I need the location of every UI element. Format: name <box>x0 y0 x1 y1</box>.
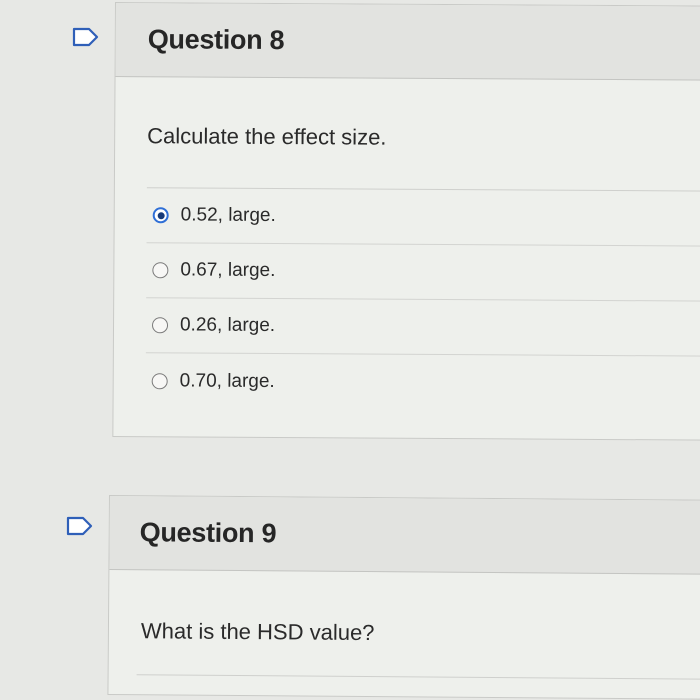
question-9-prompt: What is the HSD value? <box>140 618 375 646</box>
question-9-card: Question 9 What is the HSD value? <box>107 495 700 700</box>
radio-button-selected[interactable] <box>152 207 169 224</box>
question-8-title: Question 8 <box>147 24 285 56</box>
question-8-header: Question 8 <box>115 3 700 81</box>
answer-label[interactable]: 0.70, large. <box>180 370 275 393</box>
answer-label[interactable]: 0.67, large. <box>180 259 275 282</box>
question-9-body: What is the HSD value? <box>109 618 700 649</box>
radio-button[interactable] <box>151 317 169 334</box>
question-9-title: Question 9 <box>139 517 277 549</box>
answer-label[interactable]: 0.26, large. <box>180 314 275 337</box>
question-9-header: Question 9 <box>109 496 700 575</box>
question-8-prompt: Calculate the effect size. <box>147 123 387 150</box>
answer-list: 0.52, large. 0.67, large. 0.26, large. 0… <box>145 187 700 412</box>
answer-option-3[interactable]: 0.26, large. <box>145 298 700 357</box>
answer-option-1[interactable]: 0.52, large. <box>146 188 700 247</box>
answer-option-2[interactable]: 0.67, large. <box>146 243 700 302</box>
flag-question-8-icon[interactable] <box>72 27 100 47</box>
flag-question-9-icon[interactable] <box>66 516 94 536</box>
radio-button[interactable] <box>151 372 168 389</box>
question-8-card: Question 8 Calculate the effect size. 0.… <box>112 2 700 441</box>
answer-input-line[interactable] <box>136 674 700 680</box>
question-8-body: Calculate the effect size. 0.52, large. … <box>114 123 700 412</box>
answer-label[interactable]: 0.52, large. <box>181 204 276 227</box>
radio-button[interactable] <box>152 262 169 279</box>
answer-option-4[interactable]: 0.70, large. <box>146 353 700 411</box>
